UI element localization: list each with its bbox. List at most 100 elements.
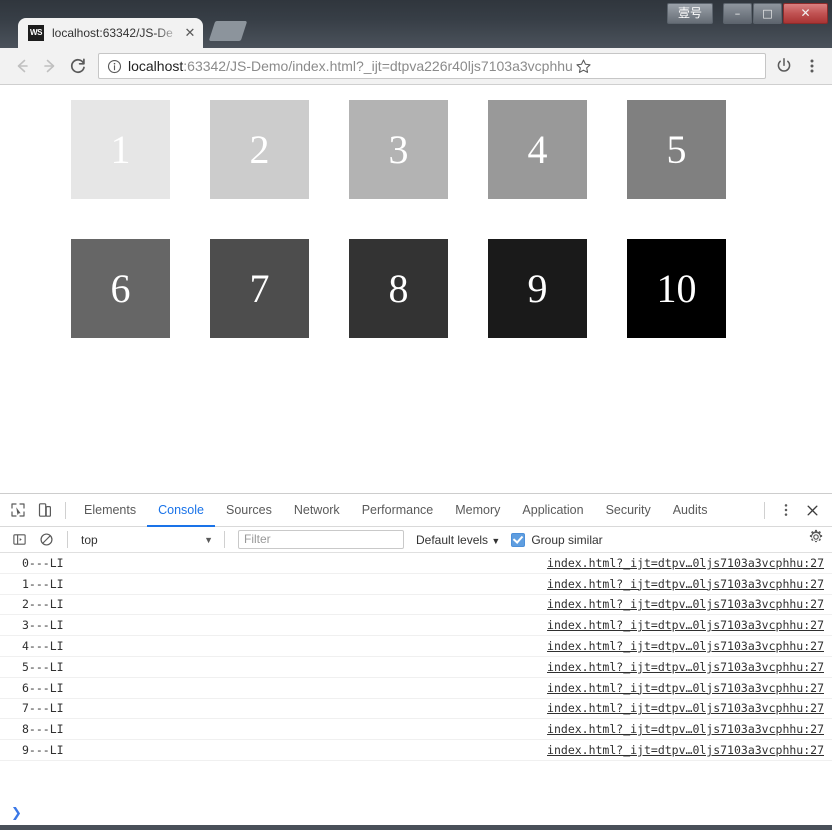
devtools-tab-audits[interactable]: Audits [662,494,719,526]
divider [67,531,68,548]
console-levels-select[interactable]: Default levels ▼ [416,533,500,547]
console-message-source-link[interactable]: index.html?_ijt=dtpv…0ljs7103a3vcphhu:27 [547,556,824,570]
console-message-text: 8---LI [0,722,64,736]
console-settings-button[interactable] [808,529,832,550]
console-message-text: 6---LI [0,681,64,695]
url-path: :63342/JS-Demo/index.html?_ijt=dtpva226r… [183,58,573,74]
console-sidebar-icon[interactable] [6,526,33,553]
console-context-value: top [81,533,204,547]
clear-console-icon[interactable] [33,526,60,553]
url-host: localhost [128,58,183,74]
console-message-row: 4---LI index.html?_ijt=dtpv…0ljs7103a3vcp… [0,636,832,657]
divider [224,531,225,548]
power-icon[interactable] [770,52,798,80]
close-icon[interactable] [799,497,826,524]
divider [764,502,765,519]
browser-tab-title: localhost:63342/JS-De [52,26,181,40]
color-box[interactable]: 9 [488,239,587,338]
console-filter-input[interactable]: Filter [238,530,404,549]
console-message-list[interactable]: 0---LI index.html?_ijt=dtpv…0ljs7103a3vcp… [0,553,832,801]
devtools-tab-console[interactable]: Console [147,494,215,527]
devtools-tab-application[interactable]: Application [511,494,594,526]
divider [65,502,66,519]
console-message-text: 1---LI [0,577,64,591]
console-message-row: 2---LIindex.html?_ijt=dtpv…0ljs7103a3vcp… [0,595,832,616]
group-similar-label: Group similar [531,533,602,547]
devtools-tab-network[interactable]: Network [283,494,351,526]
console-message-text: 9---LI [0,743,64,757]
color-box[interactable]: 1 [71,100,170,199]
reload-icon[interactable] [64,52,92,80]
console-context-select[interactable]: top ▼ [75,530,217,550]
console-message-source-link[interactable]: index.html?_ijt=dtpv…0ljs7103a3vcphhu:27 [547,681,824,695]
console-levels-label: Default levels [416,533,488,547]
console-message-row: 8---LI index.html?_ijt=dtpv…0ljs7103a3vcp… [0,719,832,740]
device-toolbar-icon[interactable] [31,497,58,524]
chevron-down-icon: ▼ [204,535,217,545]
three-dot-menu-icon[interactable] [798,52,826,80]
devtools-tab-bar: ElementsConsoleSourcesNetworkPerformance… [0,494,832,527]
console-message-row: 7---LI index.html?_ijt=dtpv…0ljs7103a3vcp… [0,699,832,720]
console-message-source-link[interactable]: index.html?_ijt=dtpv…0ljs7103a3vcphhu:27 [547,577,824,591]
bookmark-star-icon[interactable] [573,58,595,75]
devtools-tab-performance[interactable]: Performance [351,494,445,526]
checkbox-checked-icon[interactable] [511,533,525,547]
console-message-row: 6---LI index.html?_ijt=dtpv…0ljs7103a3vcp… [0,678,832,699]
console-message-row: 0---LI index.html?_ijt=dtpv…0ljs7103a3vcp… [0,553,832,574]
arrow-right-icon[interactable] [36,52,64,80]
console-message-source-link[interactable]: index.html?_ijt=dtpv…0ljs7103a3vcphhu:27 [547,639,824,653]
chevron-down-icon: ▼ [491,536,500,546]
group-similar-toggle[interactable]: Group similar [511,533,602,547]
address-bar-url: localhost:63342/JS-Demo/index.html?_ijt=… [128,58,573,74]
color-box[interactable]: 4 [488,100,587,199]
console-message-text: 5---LI [0,660,64,674]
console-message-row: 9---LI index.html?_ijt=dtpv…0ljs7103a3vcp… [0,740,832,761]
devtools-tabs: ElementsConsoleSourcesNetworkPerformance… [73,494,718,527]
browser-window: 壹号 – □ ✕ WS localhost:63342/JS-De ✕ [0,0,832,830]
devtools-tab-memory[interactable]: Memory [444,494,511,526]
color-box-list: 12345 6789 10 [71,100,791,378]
console-message-text: 7---LI [0,701,64,715]
window-title-bar: 壹号 – □ ✕ WS localhost:63342/JS-De ✕ [0,0,832,48]
devtools-tab-security[interactable]: Security [595,494,662,526]
close-icon[interactable]: ✕ [181,24,199,42]
page-info-icon[interactable] [105,57,123,75]
color-box[interactable]: 5 [627,100,726,199]
new-tab-button[interactable] [209,21,247,41]
gear-icon [808,529,824,550]
console-message-source-link[interactable]: index.html?_ijt=dtpv…0ljs7103a3vcphhu:27 [547,722,824,736]
address-bar[interactable]: localhost:63342/JS-Demo/index.html?_ijt=… [98,53,766,79]
browser-toolbar: localhost:63342/JS-Demo/index.html?_ijt=… [0,48,832,85]
color-box[interactable]: 3 [349,100,448,199]
console-message-row: 3---LI index.html?_ijt=dtpv…0ljs7103a3vcp… [0,615,832,636]
console-message-row: 5---LI index.html?_ijt=dtpv…0ljs7103a3vcp… [0,657,832,678]
three-dot-menu-icon[interactable] [772,497,799,524]
devtools-tab-elements[interactable]: Elements [73,494,147,526]
console-message-row: 1---LI index.html?_ijt=dtpv…0ljs7103a3vcp… [0,574,832,595]
console-message-source-link[interactable]: index.html?_ijt=dtpv…0ljs7103a3vcphhu:27 [547,743,824,757]
chevron-right-icon: ❯ [11,806,22,821]
color-box[interactable]: 7 [210,239,309,338]
page-viewport: 12345 6789 10 [0,85,832,493]
browser-tab[interactable]: WS localhost:63342/JS-De ✕ [18,18,203,48]
arrow-left-icon[interactable] [8,52,36,80]
color-box[interactable]: 2 [210,100,309,199]
console-filter-toolbar: top ▼ Filter Default levels ▼ Group simi… [0,527,832,553]
webstorm-favicon-icon: WS [28,25,44,41]
console-message-text: 3---LI [0,618,64,632]
inspect-element-icon[interactable] [4,497,31,524]
console-message-source-link[interactable]: index.html?_ijt=dtpv…0ljs7103a3vcphhu:27 [547,701,824,715]
devtools-panel: ElementsConsoleSourcesNetworkPerformance… [0,493,832,825]
color-box[interactable]: 10 [627,239,726,338]
devtools-tab-bar-actions [757,497,832,524]
console-message-text: 0---LI [0,556,64,570]
browser-tab-strip: WS localhost:63342/JS-De ✕ [0,18,832,48]
console-message-source-link[interactable]: index.html?_ijt=dtpv…0ljs7103a3vcphhu:27 [547,618,824,632]
console-message-source-link[interactable]: index.html?_ijt=dtpv…0ljs7103a3vcphhu:27 [547,597,824,611]
console-message-source-link[interactable]: index.html?_ijt=dtpv…0ljs7103a3vcphhu:27 [547,660,824,674]
color-box[interactable]: 6 [71,239,170,338]
devtools-tab-sources[interactable]: Sources [215,494,283,526]
console-message-text: 4---LI [0,639,64,653]
console-input-prompt[interactable]: ❯ [0,801,832,825]
color-box[interactable]: 8 [349,239,448,338]
